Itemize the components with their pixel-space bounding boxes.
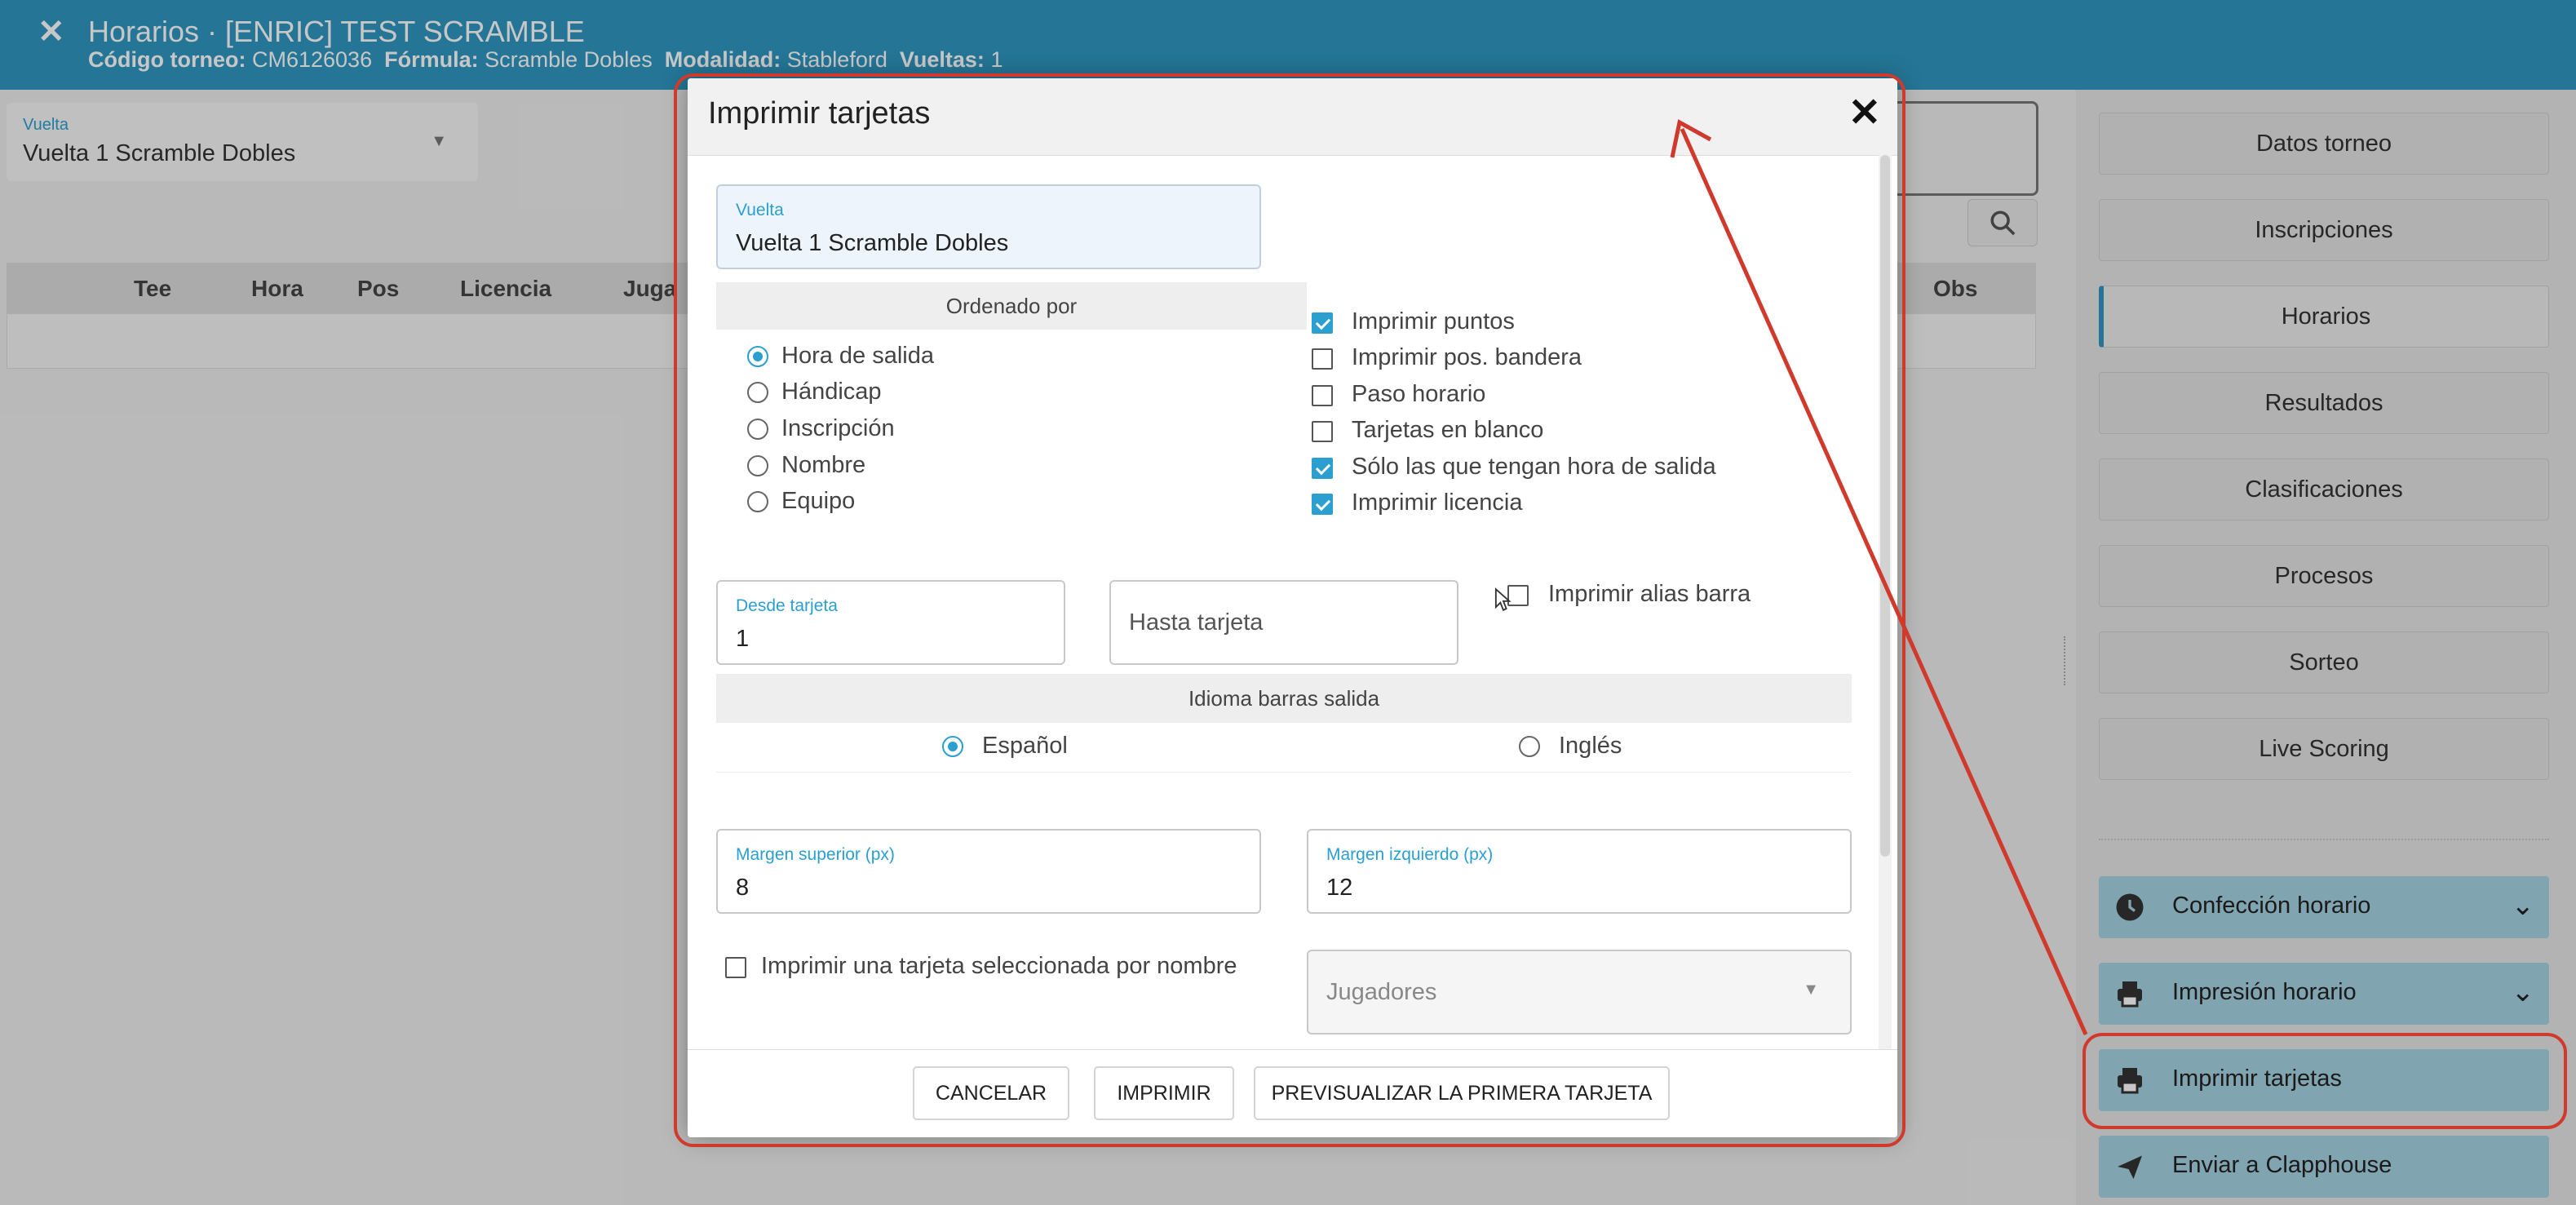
radio-nombre[interactable] [747, 455, 768, 476]
radio-inscripcion[interactable] [747, 419, 768, 440]
checkbox-pos-bandera[interactable] [1312, 348, 1333, 370]
checkbox-solo-hora-salida[interactable] [1312, 458, 1333, 479]
order-inscripcion[interactable]: Inscripción [716, 414, 1303, 446]
order-label: Nombre [781, 452, 866, 478]
margen-superior-value: 8 [736, 875, 750, 901]
checkbox-tarjetas-blanco[interactable] [1312, 421, 1333, 442]
desde-tarjeta-value: 1 [736, 626, 750, 652]
order-hora-salida[interactable]: Hora de salida [716, 341, 1303, 374]
imprimir-puntos-label: Imprimir puntos [1352, 308, 1515, 334]
espanol-label: Español [982, 733, 1068, 759]
solo-hora-salida-label: Sólo las que tengan hora de salida [1352, 454, 1716, 480]
order-label: Hora de salida [781, 343, 934, 369]
idioma-header: Idioma barras salida [716, 674, 1852, 723]
margen-superior-label: Margen superior (px) [736, 845, 895, 864]
imprimir-licencia-label: Imprimir licencia [1352, 490, 1523, 516]
close-icon[interactable]: ✕ [1848, 90, 1881, 135]
margen-superior-field[interactable]: Margen superior (px) 8 [716, 829, 1261, 914]
ordenado-por-header: Ordenado por [716, 282, 1307, 330]
radio-ingles[interactable] [1519, 736, 1540, 757]
dialog-title: Imprimir tarjetas [708, 96, 931, 131]
hasta-tarjeta-field[interactable]: Hasta tarjeta [1109, 580, 1458, 665]
ingles-label: Inglés [1559, 733, 1622, 759]
radio-espanol[interactable] [942, 736, 963, 757]
order-handicap[interactable]: Hándicap [716, 377, 1303, 410]
paso-horario-label: Paso horario [1352, 381, 1486, 407]
idioma-options: Español Inglés [716, 723, 1852, 773]
tarjetas-blanco-label: Tarjetas en blanco [1352, 417, 1544, 443]
mouse-cursor-icon [1494, 587, 1512, 612]
caret-down-icon: ▼ [1803, 981, 1819, 999]
hasta-tarjeta-placeholder: Hasta tarjeta [1129, 609, 1264, 636]
checkbox-imprimir-puntos[interactable] [1312, 312, 1333, 334]
dialog-footer: CANCELAR IMPRIMIR PREVISUALIZAR LA PRIME… [688, 1049, 1897, 1137]
radio-equipo[interactable] [747, 491, 768, 512]
checkbox-paso-horario[interactable] [1312, 385, 1333, 406]
checkbox-imprimir-licencia[interactable] [1312, 494, 1333, 515]
margen-izquierdo-label: Margen izquierdo (px) [1326, 845, 1494, 864]
pos-bandera-label: Imprimir pos. bandera [1352, 344, 1582, 370]
vuelta-field-value: Vuelta 1 Scramble Dobles [736, 230, 1009, 256]
radio-handicap[interactable] [747, 382, 768, 403]
dialog-header: Imprimir tarjetas ✕ [688, 78, 1897, 156]
una-tarjeta-label: Imprimir una tarjeta seleccionada por no… [761, 953, 1237, 979]
checkbox-una-tarjeta[interactable] [725, 957, 746, 978]
order-label: Equipo [781, 488, 856, 514]
margen-izquierdo-value: 12 [1326, 875, 1353, 901]
jugadores-select[interactable]: Jugadores ▼ [1307, 950, 1852, 1034]
vuelta-field-label: Vuelta [736, 201, 784, 219]
vuelta-field[interactable]: Vuelta Vuelta 1 Scramble Dobles [716, 184, 1261, 269]
preview-button[interactable]: PREVISUALIZAR LA PRIMERA TARJETA [1254, 1066, 1670, 1120]
desde-tarjeta-field[interactable]: Desde tarjeta 1 [716, 580, 1065, 665]
radio-hora-salida[interactable] [747, 346, 768, 367]
cancel-button[interactable]: CANCELAR [913, 1066, 1069, 1120]
order-label: Inscripción [781, 415, 895, 441]
desde-tarjeta-label: Desde tarjeta [736, 596, 838, 615]
order-equipo[interactable]: Equipo [716, 486, 1303, 519]
jugadores-placeholder: Jugadores [1326, 979, 1437, 1005]
print-button[interactable]: IMPRIMIR [1094, 1066, 1234, 1120]
alias-barra-label: Imprimir alias barra [1548, 581, 1751, 607]
order-nombre[interactable]: Nombre [716, 450, 1303, 483]
imprimir-tarjetas-dialog: Imprimir tarjetas ✕ Vuelta Vuelta 1 Scra… [688, 78, 1897, 1137]
margen-izquierdo-field[interactable]: Margen izquierdo (px) 12 [1307, 829, 1852, 914]
scrollbar-thumb[interactable] [1880, 155, 1890, 857]
order-label: Hándicap [781, 379, 882, 405]
